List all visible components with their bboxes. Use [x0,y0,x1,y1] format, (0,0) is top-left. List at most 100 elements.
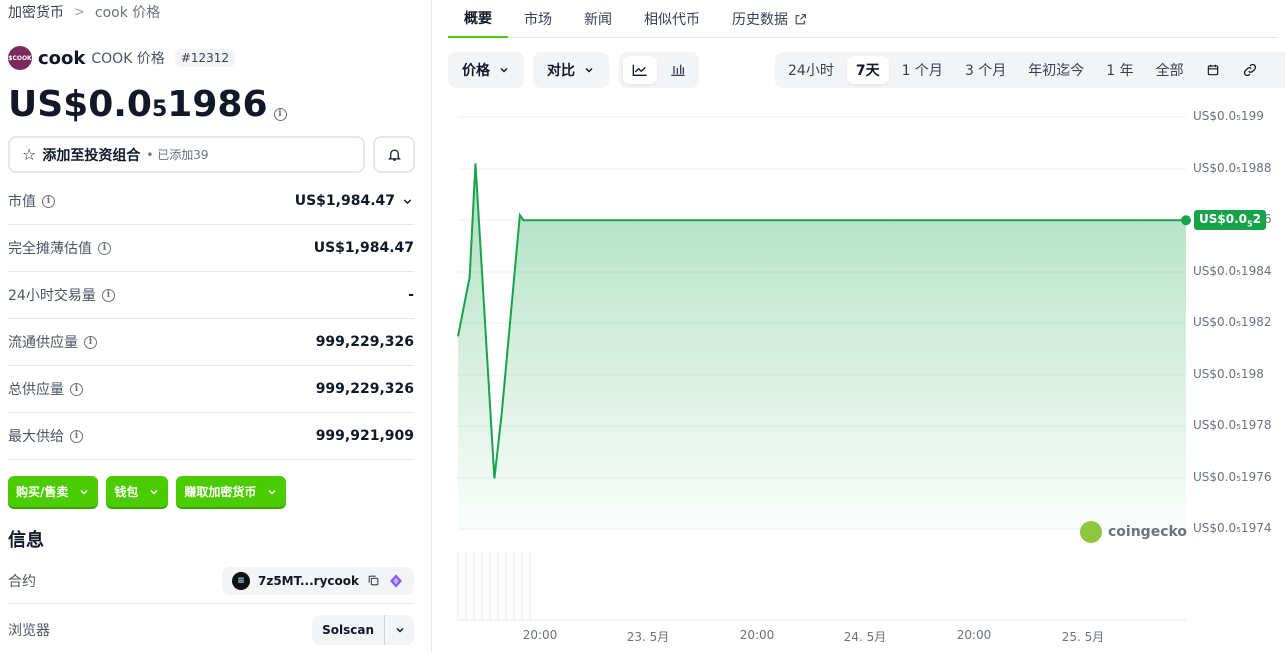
coin-logo: $COOK [8,46,32,70]
stat-value: 999,229,326 [315,381,414,397]
more-vertical-icon[interactable] [1271,56,1285,84]
coin-header: $COOK cook COOK 价格 #12312 [8,46,236,70]
stat-value: US$1,984.47 [313,240,414,256]
stat-row: 完全摊薄估值 i US$1,984.47 [8,225,414,272]
price-dropdown-label: 价格 [462,63,490,79]
x-tick-label: 23. 5月 [626,630,670,644]
current-price-tag: US$0.052 [1194,210,1266,231]
stat-label: 完全摊薄估值 i [8,238,111,258]
tab-0[interactable]: 概要 [448,0,508,38]
chart-type-toggle [619,52,699,88]
coin-name: cook [38,47,86,69]
explorer-row: 浏览器 Solscan [8,612,414,648]
range-option[interactable]: 3 个月 [956,56,1015,84]
info-icon[interactable]: i [84,335,97,349]
coingecko-watermark: coingecko [1080,521,1187,543]
breadcrumb-current: cook 价格 [94,5,161,21]
range-option[interactable]: 1 个月 [893,56,952,84]
x-tick-label: 25. 5月 [1061,630,1105,644]
y-tick-label: US$0.0₅1988 [1193,161,1272,175]
chevron-down-icon [500,67,508,73]
range-option[interactable]: 7天 [846,56,889,84]
stat-row: 最大供给 i 999,921,909 [8,413,414,460]
info-icon[interactable]: i [70,429,83,443]
price-subscript: 5 [151,97,168,122]
compare-dropdown-label: 对比 [547,63,575,79]
metamask-icon[interactable] [388,573,404,589]
coin-info-panel: 加密货币 > cook 价格 $COOK cook COOK 价格 #12312… [0,0,425,652]
wallet-button[interactable]: 钱包 [106,476,169,507]
info-icon[interactable]: i [273,107,287,121]
price-prefix: US$0.0 [8,84,152,125]
stat-row: 总供应量 i 999,229,326 [8,366,414,413]
tab-1[interactable]: 市场 [508,0,568,38]
tab-4[interactable]: 历史数据 [716,0,823,38]
solana-icon: ≡ [232,571,250,590]
stat-value: 999,921,909 [315,428,414,444]
action-buttons: 购买/售卖 钱包 赚取加密货币 [8,476,287,507]
stat-label: 总供应量 i [8,379,83,399]
range-option[interactable]: 全部 [1147,56,1193,84]
chevron-down-icon[interactable] [401,195,414,208]
x-tick-label: 20:00 [739,628,775,642]
stats-list: 市值 i US$1,984.47 完全摊薄估值 i US$1,984.47 24小时交易量 i… [8,178,414,460]
line-chart-icon [632,64,647,76]
explorer-name[interactable]: Solscan [312,615,384,645]
tab-bar: 概要 市场 新闻 相似代币 历史数据 [448,0,1278,38]
tab-2[interactable]: 新闻 [568,0,628,38]
info-icon[interactable]: i [98,241,111,255]
x-tick-label: 20:00 [956,628,992,642]
contract-address: 7z5MT...rycook [258,573,359,588]
stat-row: 流通供应量 i 999,229,326 [8,319,414,366]
compare-dropdown-button[interactable]: 对比 [533,52,609,88]
range-option[interactable]: 24小时 [779,56,843,84]
explorer-button[interactable]: Solscan [312,615,414,645]
link-icon[interactable] [1233,56,1267,84]
earn-crypto-button[interactable]: 赚取加密货币 [176,476,287,507]
range-option[interactable]: 1 年 [1097,56,1142,84]
info-icon[interactable]: i [70,382,83,396]
external-link-icon [795,13,806,24]
portfolio-label: 添加至投资组合 [42,147,141,164]
price-display: US$0.0 5 1986 i [8,84,287,125]
price-dropdown-button[interactable]: 价格 [448,52,524,88]
buy-sell-button[interactable]: 购买/售卖 [8,476,99,507]
stat-value: - [408,287,414,303]
x-tick-label: 20:00 [522,628,558,642]
candlestick-icon [671,64,685,76]
stat-label: 最大供给 i [8,426,83,446]
tab-3[interactable]: 相似代币 [628,0,716,38]
star-icon: ☆ [22,145,37,164]
price-alert-button[interactable] [373,136,415,173]
stat-label: 市值 i [8,191,55,211]
copy-icon[interactable] [367,574,380,587]
price-chart[interactable]: US$0.0₅199US$0.0₅1988US$0.0₅1986US$0.0₅1… [448,100,1285,652]
chevron-down-icon [150,489,158,495]
info-heading: 信息 [8,530,44,551]
y-tick-label: US$0.0₅1976 [1193,470,1272,484]
add-to-portfolio-button[interactable]: ☆ 添加至投资组合 • 已添加39 [8,136,365,173]
stat-row: 市值 i US$1,984.47 [8,178,414,225]
calendar-icon[interactable] [1197,56,1229,84]
info-icon[interactable]: i [101,288,115,302]
y-tick-label: US$0.0₅198 [1193,367,1264,381]
chevron-down-icon [585,67,593,73]
chevron-down-icon [80,489,88,495]
info-icon[interactable]: i [42,194,55,208]
coingecko-logo-icon [1080,521,1102,543]
line-chart-button[interactable] [623,56,657,84]
contract-address-pill[interactable]: ≡ 7z5MT...rycook [222,566,414,595]
portfolio-added-count: • 已添加39 [146,148,209,162]
chevron-down-icon [268,489,276,495]
candlestick-chart-button[interactable] [661,56,695,84]
range-option[interactable]: 年初迄今 [1019,56,1093,84]
chart-canvas [457,116,1191,621]
watermark-text: coingecko [1108,524,1188,540]
chevron-down-icon[interactable] [384,615,414,645]
panel-divider [431,0,432,652]
chevron-right-icon: > [74,4,85,20]
breadcrumb-cryptocurrencies[interactable]: 加密货币 [8,2,64,22]
price-digits: 1986 [167,84,268,125]
y-tick-label: US$0.0₅1982 [1193,315,1272,329]
explorer-label: 浏览器 [8,623,50,639]
